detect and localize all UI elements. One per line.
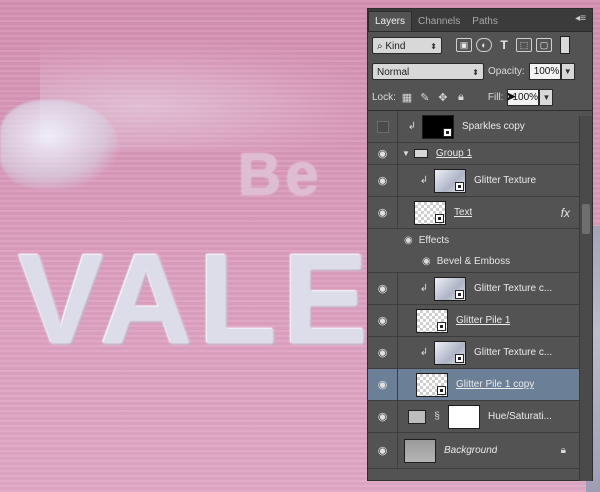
canvas-text-be: Be — [238, 141, 323, 208]
filter-toggle-switch[interactable] — [560, 36, 570, 54]
lock-icon: 🔒︎ — [560, 445, 566, 456]
layer-thumbnail — [416, 372, 448, 397]
link-chain-icon[interactable]: § — [432, 411, 442, 422]
clipping-arrow-icon: ↲ — [419, 347, 429, 358]
visibility-off-icon[interactable] — [376, 120, 389, 133]
filter-kind-dropdown[interactable]: ⌕ Kind ⬍ — [372, 36, 442, 54]
clipping-arrow-icon: ↲ — [419, 175, 429, 186]
mouse-cursor-icon: ➤ — [505, 88, 517, 104]
tab-layers[interactable]: Layers — [368, 11, 413, 31]
eye-icon[interactable]: ◉ — [378, 147, 388, 160]
background-layer-row[interactable]: ◉ Background 🔒︎ — [368, 433, 592, 469]
layer-name[interactable]: Sparkles copy — [462, 121, 525, 132]
layer-name[interactable]: Group 1 — [436, 148, 472, 159]
effect-row[interactable]: ◉ Bevel & Emboss — [368, 251, 592, 273]
layers-panel: Layers Channels Paths ◂≡ ⌕ Kind ⬍ ▣ ◐ T … — [367, 8, 593, 481]
opacity-label: Opacity: — [488, 65, 525, 77]
updown-arrow-icon: ⬍ — [472, 67, 479, 77]
layer-thumbnail — [404, 438, 436, 463]
updown-arrow-icon: ⬍ — [430, 41, 437, 51]
layer-name[interactable]: Glitter Texture c... — [474, 283, 552, 294]
adjustment-filter-icon[interactable]: ◐ — [476, 38, 492, 52]
smart-object-filter-icon[interactable]: ▢ — [536, 38, 552, 52]
lock-image-pixels-icon[interactable]: ✎ — [418, 91, 432, 104]
filter-row: ⌕ Kind ⬍ ▣ ◐ T ⬚ ▢ — [368, 32, 592, 58]
layer-group-row[interactable]: ◉ ▼ Group 1 — [368, 143, 592, 165]
layer-thumbnail — [422, 114, 454, 139]
eye-icon[interactable]: ◉ — [378, 346, 388, 359]
layer-list-scrollbar[interactable] — [579, 116, 592, 481]
layer-name[interactable]: Text — [454, 207, 472, 218]
layer-name[interactable]: Glitter Texture c... — [474, 347, 552, 358]
effect-label: Bevel & Emboss — [436, 256, 511, 267]
image-filter-icon[interactable]: ▣ — [456, 38, 472, 52]
layer-row[interactable]: ↲ Sparkles copy — [368, 111, 592, 143]
tab-channels[interactable]: Channels — [412, 12, 466, 31]
eye-icon[interactable]: ◉ — [378, 206, 388, 219]
layer-name[interactable]: Hue/Saturati... — [488, 411, 552, 422]
layer-row[interactable]: ◉ ↲ Glitter Texture c... — [368, 273, 592, 305]
opacity-input[interactable]: 100% — [528, 62, 561, 80]
layer-name[interactable]: Glitter Pile 1 copy — [456, 379, 534, 390]
opacity-dropdown-arrow[interactable]: ▼ — [560, 62, 575, 80]
clipping-arrow-icon: ↲ — [407, 121, 417, 132]
eye-icon[interactable]: ◉ — [422, 256, 431, 267]
layer-thumbnail — [434, 276, 466, 301]
layer-list: ↲ Sparkles copy ◉ ▼ Group 1 ◉ ↲ Glitter … — [368, 110, 592, 469]
panel-tabs: Layers Channels Paths ◂≡ — [368, 9, 592, 32]
lock-row: Lock: ▦ ✎ ✥ 🔒︎ Fill: 100% ▼ ➤ — [368, 84, 592, 110]
fill-dropdown-arrow[interactable]: ▼ — [539, 88, 554, 106]
layer-name[interactable]: Glitter Texture — [474, 175, 536, 186]
layer-name[interactable]: Background — [444, 445, 497, 456]
type-filter-icon[interactable]: T — [496, 38, 512, 52]
effects-label: Effects — [418, 234, 450, 246]
layer-thumbnail — [414, 200, 446, 225]
blend-row: Normal ⬍ Opacity: 100% ▼ — [368, 58, 592, 84]
layer-row-selected[interactable]: ◉ Glitter Pile 1 copy — [368, 369, 592, 401]
chevron-down-icon[interactable]: ▼ — [402, 149, 410, 158]
shape-filter-icon[interactable]: ⬚ — [516, 38, 532, 52]
eye-icon[interactable]: ◉ — [378, 444, 388, 457]
eye-icon[interactable]: ◉ — [378, 174, 388, 187]
eye-icon[interactable]: ◉ — [378, 378, 388, 391]
effects-row[interactable]: ◉ Effects — [368, 229, 592, 251]
eye-icon[interactable]: ◉ — [378, 314, 388, 327]
layer-thumbnail — [416, 308, 448, 333]
adjustment-layer-row[interactable]: ◉ § Hue/Saturati... — [368, 401, 592, 433]
layer-row[interactable]: ◉ Glitter Pile 1 — [368, 305, 592, 337]
blend-mode-dropdown[interactable]: Normal ⬍ — [372, 62, 484, 80]
hue-saturation-adjustment-icon — [408, 409, 426, 424]
scrollbar-thumb[interactable] — [582, 204, 590, 234]
panel-menu-icon[interactable]: ◂≡ — [575, 13, 586, 24]
layer-thumbnail — [434, 168, 466, 193]
eye-icon[interactable]: ◉ — [404, 235, 413, 246]
folder-icon — [413, 149, 428, 158]
layer-mask-thumbnail[interactable] — [448, 404, 480, 429]
fill-label: Fill: — [487, 91, 504, 103]
layer-effects-icon[interactable]: fx — [561, 206, 570, 220]
lock-label: Lock: — [372, 91, 396, 103]
layer-row[interactable]: ◉ ↲ Glitter Texture — [368, 165, 592, 197]
filter-kind-label: Kind — [385, 40, 406, 52]
layer-row[interactable]: ◉ Text fx — [368, 197, 592, 229]
clipping-arrow-icon: ↲ — [419, 283, 429, 294]
lock-position-icon[interactable]: ✥ — [436, 91, 450, 104]
layer-name[interactable]: Glitter Pile 1 — [456, 315, 510, 326]
lock-all-icon[interactable]: 🔒︎ — [454, 91, 468, 104]
eye-icon[interactable]: ◉ — [378, 282, 388, 295]
tab-paths[interactable]: Paths — [466, 12, 504, 31]
lock-transparent-pixels-icon[interactable]: ▦ — [400, 91, 414, 104]
blend-mode-value: Normal — [377, 66, 410, 78]
eye-icon[interactable]: ◉ — [378, 410, 388, 423]
layer-row[interactable]: ◉ ↲ Glitter Texture c... — [368, 337, 592, 369]
search-icon: ⌕ — [377, 40, 383, 52]
layer-thumbnail — [434, 340, 466, 365]
